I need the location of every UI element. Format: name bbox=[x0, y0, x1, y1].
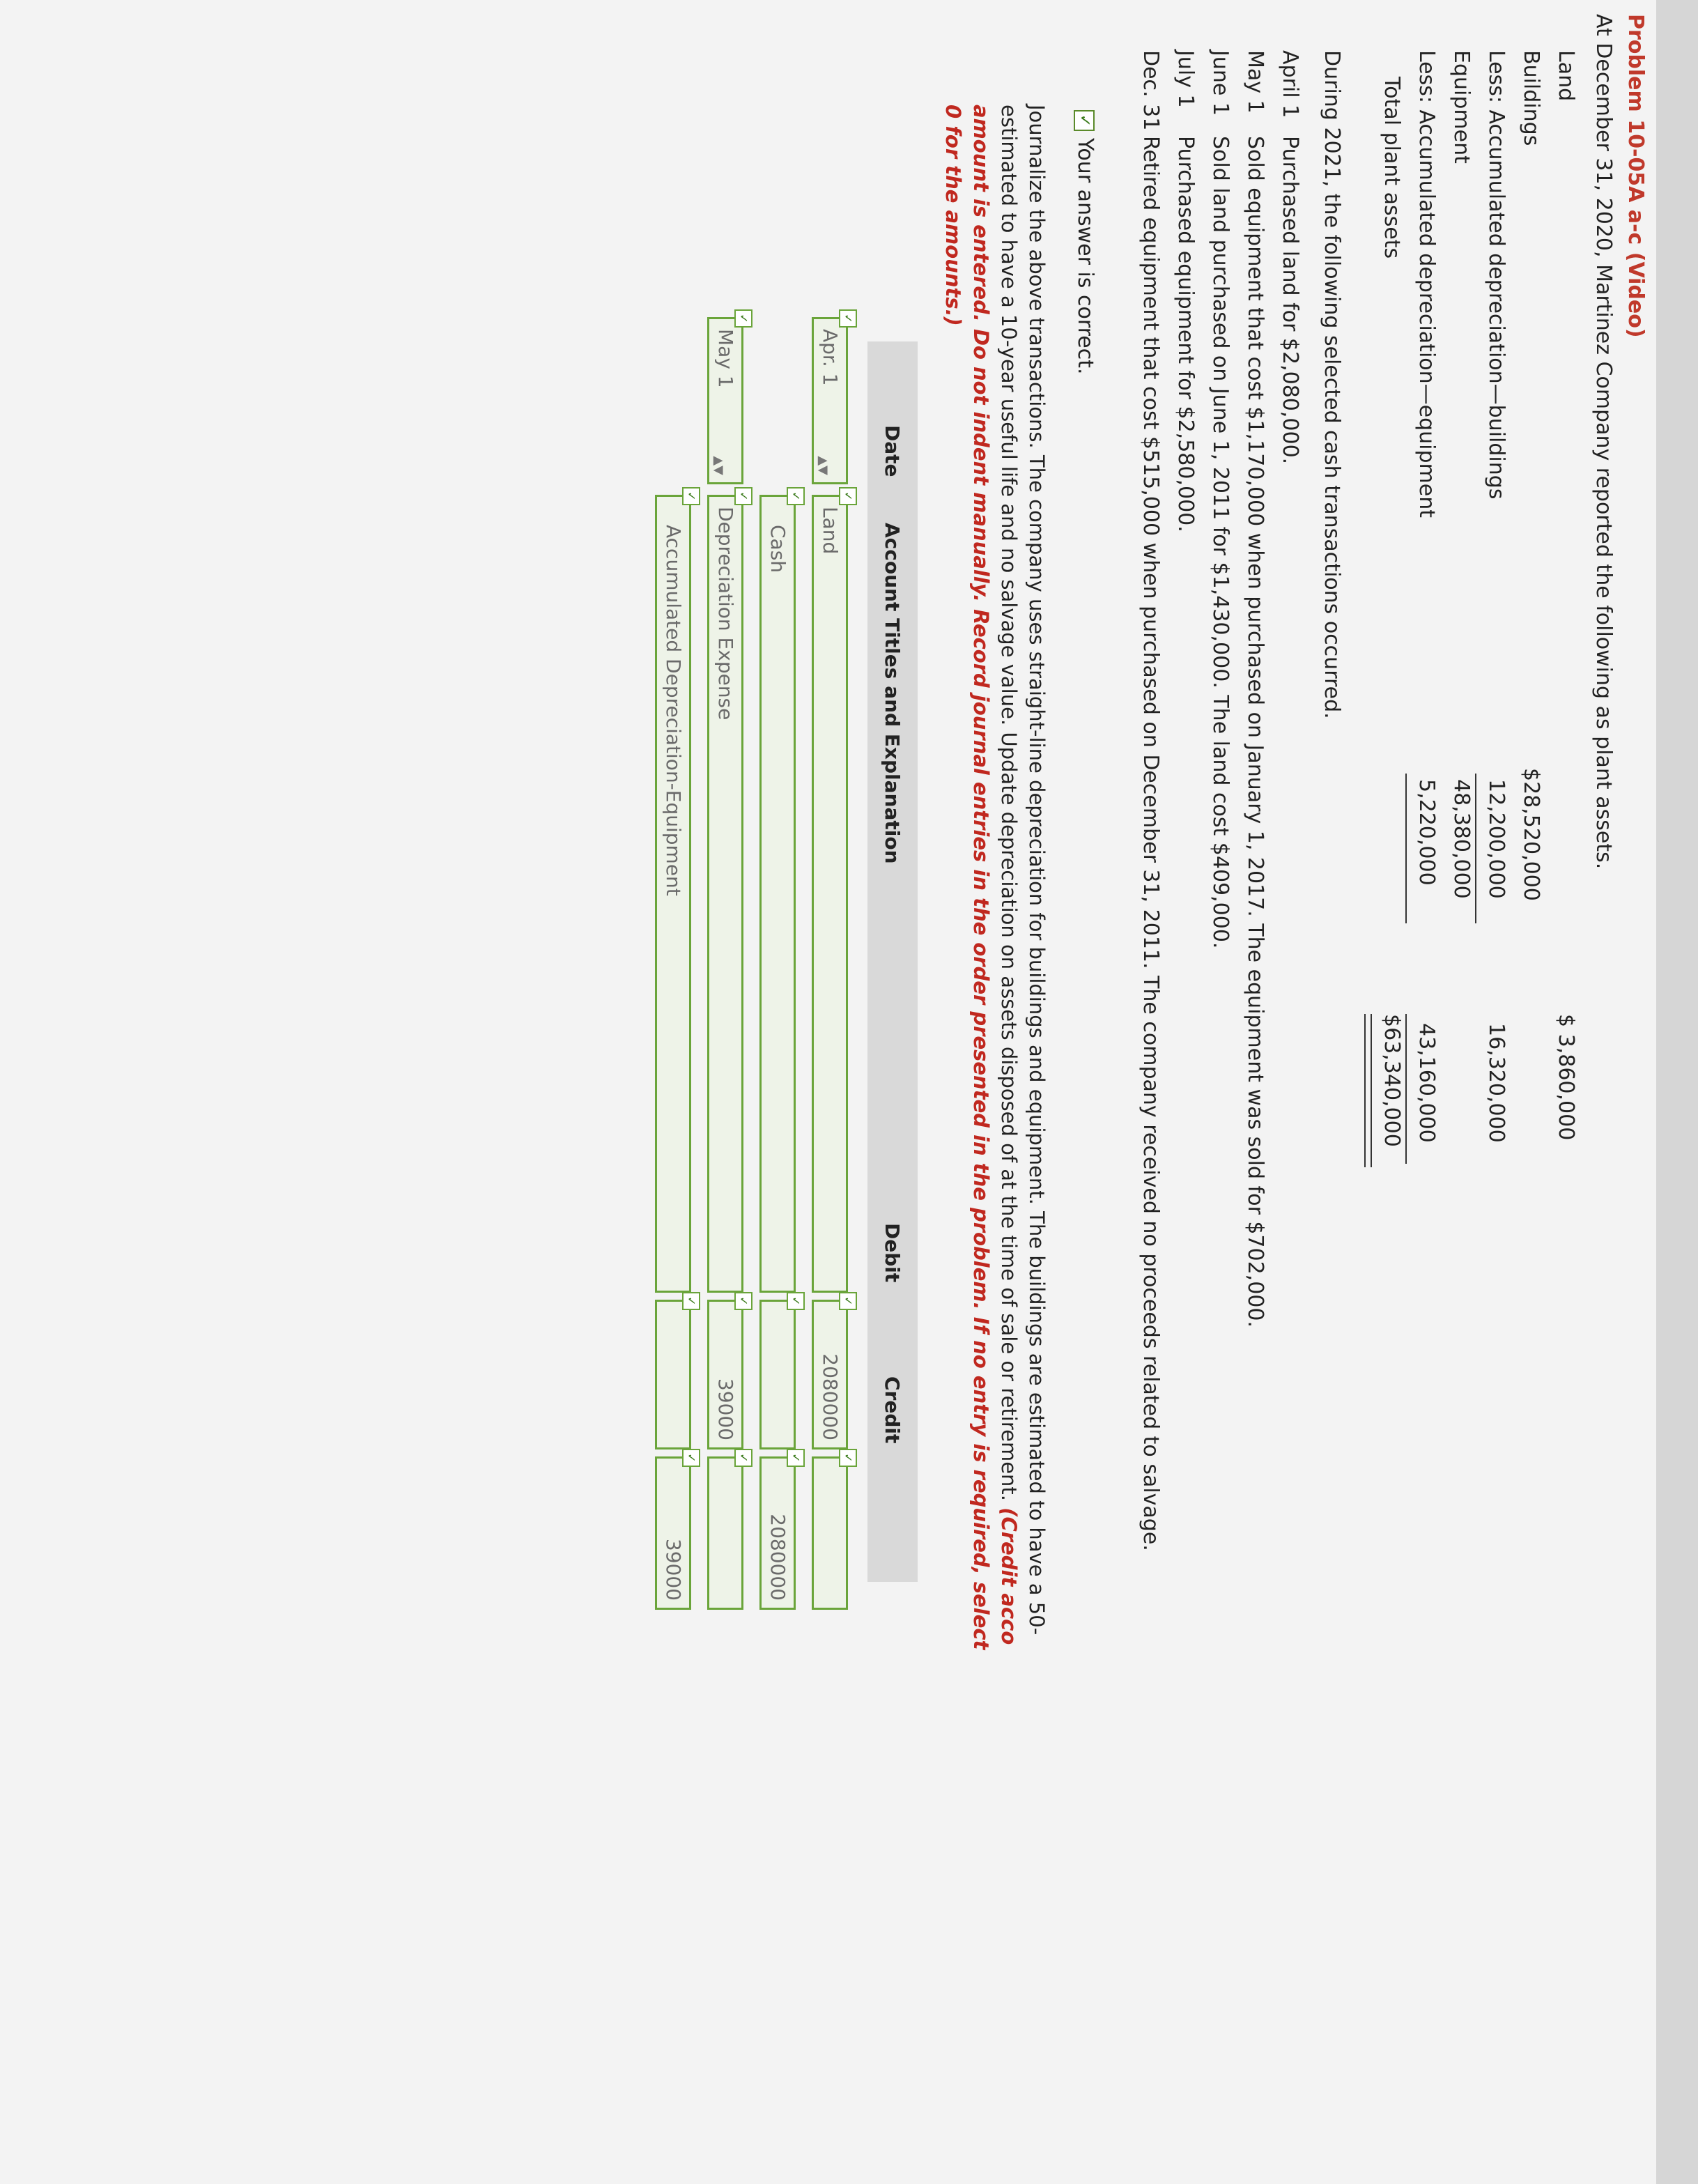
check-icon: ✓ bbox=[682, 1449, 700, 1467]
total-label: Total plant assets bbox=[1380, 77, 1404, 259]
date-cell-empty bbox=[759, 317, 796, 484]
check-icon: ✓ bbox=[839, 1292, 857, 1310]
screen-content: Problem 10-05A a-c (Video) At December 3… bbox=[0, 0, 1698, 2184]
journal-header: Date Account Titles and Explanation Debi… bbox=[867, 341, 918, 1582]
check-icon: ✓ bbox=[787, 1292, 805, 1310]
header-debit: Debit bbox=[881, 1223, 904, 1283]
land-value: $ 3,860,000 bbox=[1554, 1014, 1578, 1141]
check-icon: ✓ bbox=[734, 1449, 752, 1467]
credit-input[interactable]: ✓ bbox=[707, 1449, 752, 1610]
acc-dep-buildings-value: 12,200,000 bbox=[1484, 779, 1508, 899]
header-credit: Credit bbox=[881, 1376, 904, 1444]
land-label: Land bbox=[1554, 50, 1578, 102]
check-icon: ✓ bbox=[682, 487, 700, 505]
date-select[interactable]: ✓ May 1 ▲▼ bbox=[707, 309, 752, 484]
header-date: Date bbox=[881, 425, 904, 477]
date-select[interactable]: ✓ Apr. 1 ▲▼ bbox=[812, 309, 857, 484]
debit-input[interactable]: ✓ bbox=[655, 1292, 700, 1449]
check-icon: ✓ bbox=[734, 487, 752, 505]
acc-dep-equipment-label: Less: Accumulated depreciation—equipment bbox=[1414, 50, 1439, 518]
check-icon: ✓ bbox=[839, 1449, 857, 1467]
spinner-icon: ▲▼ bbox=[711, 456, 726, 475]
acc-dep-equipment-value: 5,220,000 bbox=[1414, 779, 1439, 886]
debit-input[interactable]: ✓ bbox=[759, 1292, 805, 1449]
debit-input[interactable]: ✓ 2080000 bbox=[812, 1292, 857, 1449]
buildings-label: Buildings bbox=[1519, 50, 1543, 146]
check-icon: ✓ bbox=[787, 1449, 805, 1467]
check-icon: ✓ bbox=[734, 309, 752, 328]
buildings-net: 16,320,000 bbox=[1484, 1023, 1508, 1143]
check-icon: ✓ bbox=[787, 487, 805, 505]
total-value: $63,340,000 bbox=[1380, 1014, 1404, 1147]
buildings-value: $28,520,000 bbox=[1519, 768, 1543, 901]
problem-title: Problem 10-05A a-c (Video) bbox=[1623, 14, 1648, 338]
equipment-label: Equipment bbox=[1449, 50, 1474, 164]
check-icon: ✓ bbox=[682, 1292, 700, 1310]
account-field[interactable]: ✓ Land bbox=[812, 487, 857, 1293]
problem-intro: At December 31, 2020, Martinez Company r… bbox=[1591, 14, 1616, 870]
check-icon: ✓ bbox=[839, 487, 857, 505]
check-icon: ✓ bbox=[839, 309, 857, 328]
equipment-value: 48,380,000 bbox=[1449, 779, 1474, 899]
top-shade bbox=[1656, 0, 1698, 2184]
account-field[interactable]: ✓ Depreciation Expense bbox=[707, 487, 752, 1293]
account-field[interactable]: ✓ Cash bbox=[759, 487, 805, 1293]
date-cell-empty bbox=[655, 317, 691, 484]
acc-dep-buildings-label: Less: Accumulated depreciation—buildings bbox=[1484, 50, 1508, 500]
account-field[interactable]: ✓ Accumulated Depreciation-Equipment bbox=[655, 487, 700, 1293]
header-account: Account Titles and Explanation bbox=[881, 523, 904, 864]
txn-text: Purchased land for $2,080,000. bbox=[1278, 136, 1302, 465]
journal-table: Date Account Titles and Explanation Debi… bbox=[0, 0, 1252, 2184]
credit-input[interactable]: ✓ 2080000 bbox=[759, 1449, 805, 1610]
txn-date: April 1 bbox=[1278, 50, 1302, 118]
credit-input[interactable]: ✓ 39000 bbox=[655, 1449, 700, 1610]
spinner-icon: ▲▼ bbox=[816, 456, 831, 475]
check-icon: ✓ bbox=[734, 1292, 752, 1310]
credit-input[interactable]: ✓ bbox=[812, 1449, 857, 1610]
equipment-net: 43,160,000 bbox=[1414, 1023, 1439, 1143]
transactions-intro: During 2021, the following selected cash… bbox=[1320, 50, 1344, 719]
debit-input[interactable]: ✓ 39000 bbox=[707, 1292, 752, 1449]
